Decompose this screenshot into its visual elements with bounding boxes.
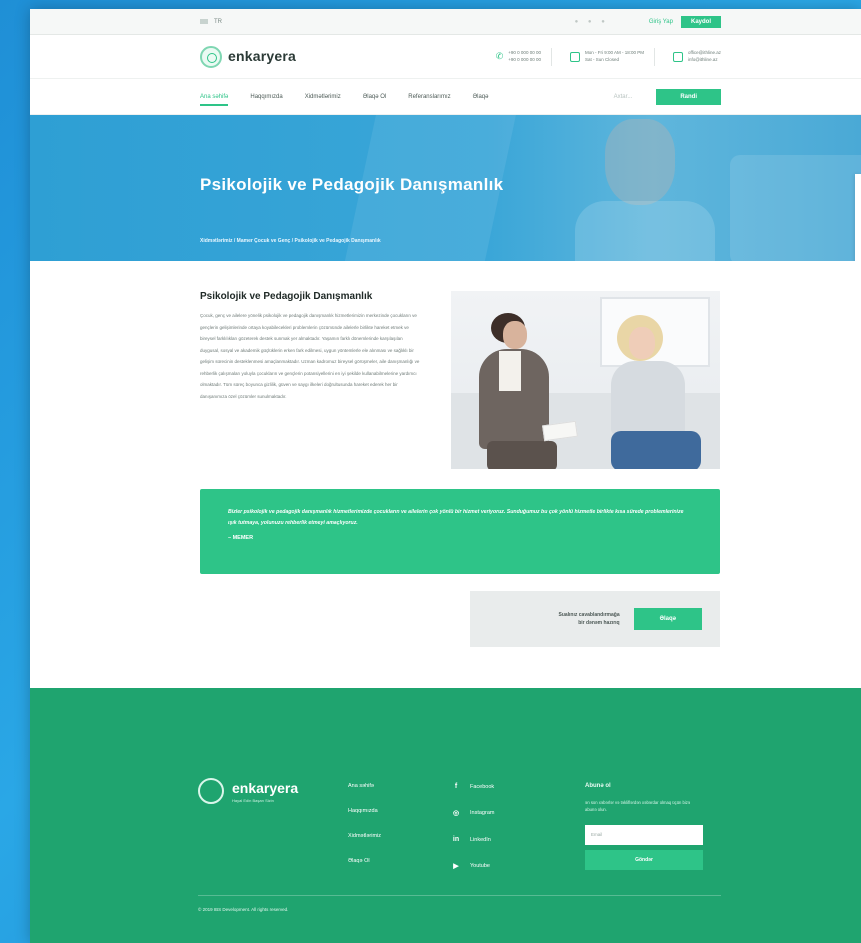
footer-link-join[interactable]: Əlaqə Ol [348,858,370,864]
quote-box: Bizler psikolojik ve pedagojik danışmanl… [200,489,720,574]
logo-name: enkaryera [228,48,296,64]
calendar-icon [569,51,580,62]
dots-icon: ● ● ● [574,18,609,25]
page: TR ● ● ● Giriş Yap Kaydol enkaryera ✆ +9… [30,9,861,943]
main-content: Psikolojik ve Pedagojik Danışmanlık Çocu… [30,261,861,693]
social-label: Facebook [470,783,495,790]
contact-button[interactable]: Əlaqə [633,608,702,630]
email-2[interactable]: info@ithline.az [688,57,721,63]
contact-callout: Sualınız cavablandırmağa bir dənəm hazır… [470,591,720,647]
contact-email: office@ithline.az info@ithline.az [672,50,721,63]
social-instagram[interactable]: ◎ Instagram [452,809,495,817]
nav-item-references[interactable]: Referanslarımız [408,82,450,112]
language-switcher[interactable]: TR [200,19,222,25]
phone-2: +90 0 000 00 00 [508,56,541,62]
callout-text-1: Sualınız cavablandırmağa [558,612,620,618]
article-title: Psikolojik ve Pedagojik Danışmanlık [200,291,373,302]
nav-item-home[interactable]: Ana səhifə [200,82,229,112]
top-bar: TR ● ● ● Giriş Yap Kaydol [30,9,861,35]
search-input[interactable]: Axtar... [614,94,633,100]
footer-logo-name: enkaryera [232,779,299,796]
hero-banner: Psikolojik ve Pedagojik Danışmanlık Xidm… [30,115,861,261]
newsletter: Abunə ol ən son xəbərlər və təkliflərdən… [585,783,703,870]
flag-icon [200,19,208,24]
nav-item-contact[interactable]: Əlaqə [473,82,489,112]
header: enkaryera ✆ +90 0 000 00 00 +90 0 000 00… [30,35,861,79]
social-label: Youtube [470,863,490,869]
quote-text: Bizler psikolojik ve pedagojik danışmanl… [228,509,684,526]
hero-background-person [565,115,715,261]
footer-links: Ana səhifə Haqqımızda Xidmətlərimiz Əlaq… [348,783,381,883]
youtube-icon: ▶ [453,863,459,870]
phone-1: +90 0 000 00 00 [508,50,541,56]
hours-2: Sat - Sun Closed [584,56,619,62]
footer-social: f Facebook ◎ Instagram in LinkedIn ▶ You… [452,783,495,889]
register-button[interactable]: Kaydol [680,15,721,28]
footer-logo-mark-icon [198,778,224,804]
social-label: LinkedIn [470,836,491,843]
language-label: TR [214,18,222,25]
phone-icon: ✆ [495,51,504,62]
logo-mark-icon [200,45,222,68]
article-body: Çocuk, genç ve ailelere yönelik psikoloj… [200,313,420,399]
side-panel-tab[interactable] [855,174,861,264]
hours-1: Mon - Fri 9:00 AM - 18:00 PM [584,50,644,56]
signin-link[interactable]: Giriş Yap [649,19,673,25]
social-youtube[interactable]: ▶ Youtube [452,862,494,870]
social-facebook[interactable]: f Facebook [452,783,494,790]
footer-divider [198,895,721,896]
footer-link-home[interactable]: Ana səhifə [348,783,374,789]
logo[interactable]: enkaryera [200,45,296,68]
social-linkedin[interactable]: in LinkedIn [452,836,494,843]
newsletter-title: Abunə ol [585,783,611,789]
breadcrumb[interactable]: Xidmətlərimiz / Mamer Çocuk ve Genç / Ps… [200,238,381,244]
footer-logo-tagline: Hayal Edin Başarı Sizin [232,797,274,803]
nav-item-join[interactable]: Əlaqə Ol [363,82,387,112]
footer: enkaryera Hayal Edin Başarı Sizin Ana sə… [30,688,861,943]
counseling-photo [451,291,720,469]
instagram-icon: ◎ [452,810,460,817]
footer-link-services[interactable]: Xidmətlərimiz [348,833,381,839]
nav-item-services[interactable]: Xidmətlərimiz [305,82,341,112]
callout-text-2: bir dənəm hazırıq [578,620,620,626]
subscribe-button[interactable]: Göndər [585,850,703,870]
facebook-icon: f [454,783,458,790]
footer-link-about[interactable]: Haqqımızda [348,808,378,814]
page-title: Psikolojik ve Pedagojik Danışmanlık [200,175,504,194]
mail-icon [672,51,683,62]
contact-phone: ✆ +90 0 000 00 00 +90 0 000 00 00 [496,50,541,63]
linkedin-icon: in [452,836,460,843]
newsletter-email-input[interactable]: Email [585,825,703,845]
quote-author: – MEMER [228,535,254,541]
footer-logo[interactable]: enkaryera Hayal Edin Başarı Sizin [198,778,298,804]
article: Psikolojik ve Pedagojik Danışmanlık Çocu… [200,291,420,402]
nav-cta-button[interactable]: Randi [656,88,721,105]
email-1[interactable]: office@ithline.az [688,50,721,56]
contact-hours: Mon - Fri 9:00 AM - 18:00 PM Sat - Sun C… [569,50,644,63]
newsletter-description: ən son xəbərlər və təkliflərdən xəbərdar… [585,800,691,812]
social-label: Instagram [470,810,495,816]
nav-item-about[interactable]: Haqqımızda [250,82,282,112]
main-nav: Ana səhifə Haqqımızda Xidmətlərimiz Əlaq… [30,79,861,115]
copyright: © 2019 IBS Development. All rights reser… [198,907,289,912]
